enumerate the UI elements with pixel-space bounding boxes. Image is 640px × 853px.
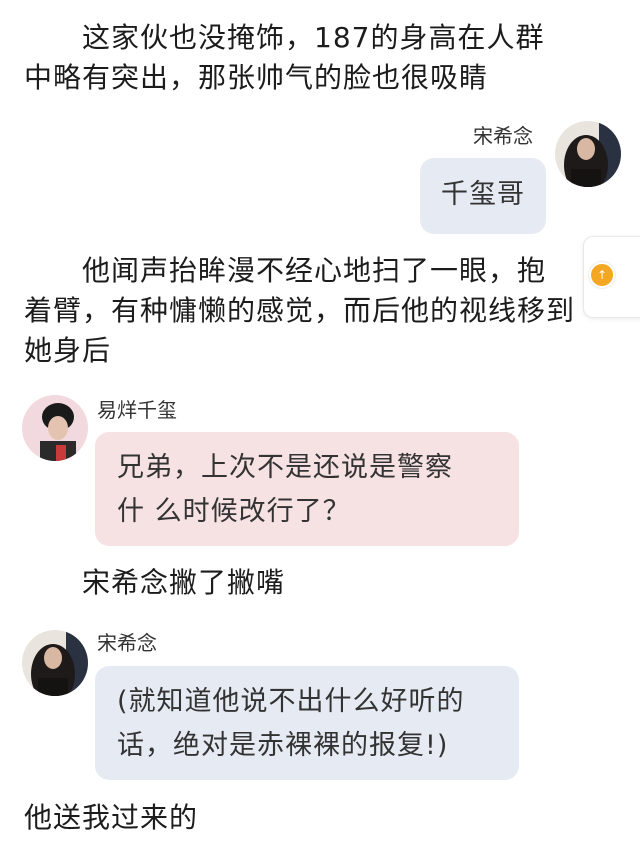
narration-paragraph-4: 他送我过来的	[24, 798, 604, 838]
chat-bubble: 兄弟，上次不是还说是警察 什 么时候改行了？	[95, 432, 519, 546]
narration-line: 这家伙也没掩饰，187的身高在人群	[24, 21, 545, 54]
speaker-name: 宋希念	[473, 124, 533, 148]
narration-line: 她身后	[24, 334, 112, 367]
narration-line: 他送我过来的	[24, 801, 199, 834]
avatar[interactable]	[22, 395, 88, 461]
narration-paragraph-3: 宋希念撇了撇嘴	[24, 563, 604, 603]
message-line: (就知道他说不出什么好听的	[117, 686, 465, 717]
scroll-top-icon: ↑	[596, 268, 608, 282]
narration-line: 宋希念撇了撇嘴	[24, 566, 286, 599]
chat-bubble: 千玺哥	[420, 158, 546, 234]
man-portrait-icon	[22, 395, 88, 461]
message-line: 话，绝对是赤裸裸的报复!)	[117, 730, 449, 761]
avatar[interactable]	[22, 630, 88, 696]
narration-line: 他闻声抬眸漫不经心地扫了一眼，抱	[24, 254, 547, 287]
narration-line: 着臂，有种慵懒的感觉，而后他的视线移到	[24, 294, 576, 327]
speaker-name: 易烊千玺	[97, 398, 177, 422]
narration-paragraph-2: 他闻声抬眸漫不经心地扫了一眼，抱 着臂，有种慵懒的感觉，而后他的视线移到 她身后	[24, 251, 604, 371]
woman-portrait-icon	[555, 121, 621, 187]
avatar[interactable]	[555, 121, 621, 187]
message-text: 千玺哥	[441, 179, 525, 210]
message-line: 兄弟，上次不是还说是警察	[117, 452, 453, 483]
speaker-name: 宋希念	[97, 631, 157, 655]
chat-bubble: (就知道他说不出什么好听的 话，绝对是赤裸裸的报复!)	[95, 666, 519, 780]
woman-portrait-icon	[22, 630, 88, 696]
narration-line: 中略有突出，那张帅气的脸也很吸睛	[24, 61, 489, 94]
scroll-top-button[interactable]: ↑	[589, 262, 615, 288]
narration-paragraph-1: 这家伙也没掩饰，187的身高在人群 中略有突出，那张帅气的脸也很吸睛	[24, 18, 604, 98]
message-line: 什 么时候改行了？	[117, 496, 351, 527]
